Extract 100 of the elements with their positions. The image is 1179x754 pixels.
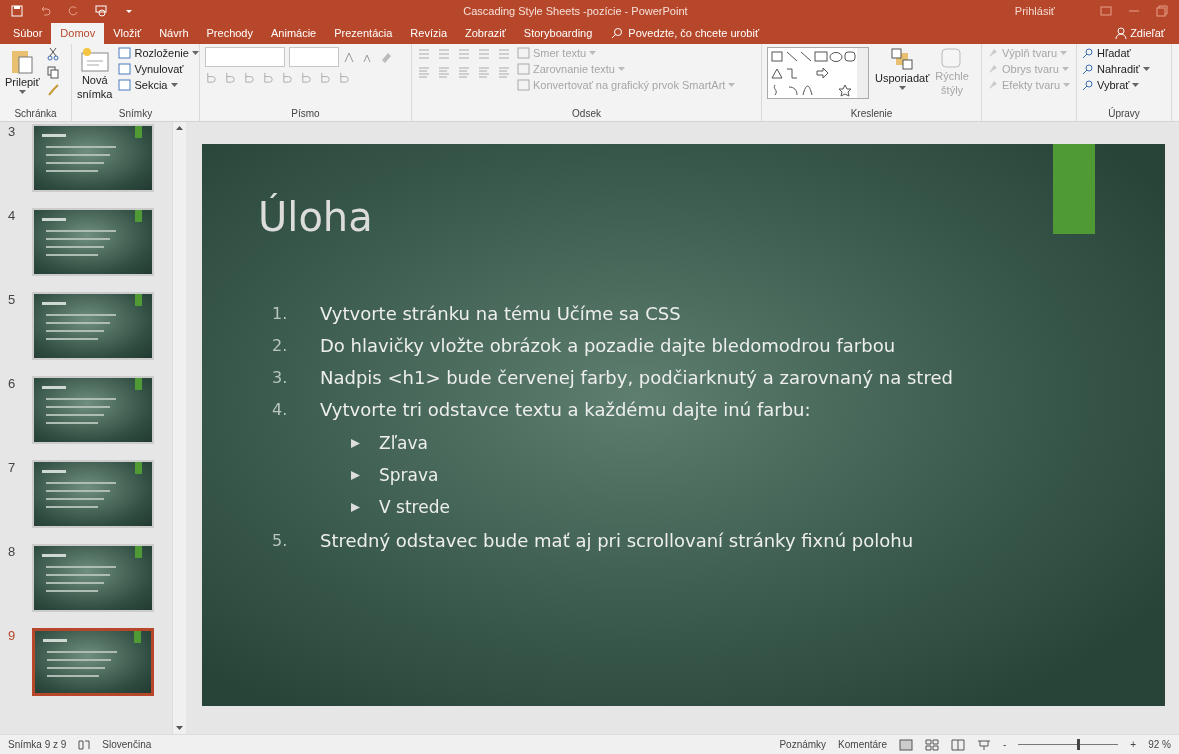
center-icon[interactable] xyxy=(437,65,451,79)
new-slide-button[interactable]: Nová snímka xyxy=(77,47,113,101)
list-text: Stredný odstavec bude mať aj pri scrollovaní stránky fixnú polohu xyxy=(320,529,914,552)
scissors-icon[interactable] xyxy=(45,47,60,61)
clear-format-icon[interactable] xyxy=(379,50,393,64)
shape-format-icon xyxy=(987,63,999,75)
caret-icon xyxy=(728,83,736,87)
shape-format-icon xyxy=(987,47,999,59)
ribbon-tab[interactable]: Súbor xyxy=(4,23,52,44)
triangle-bullet-icon xyxy=(350,501,361,513)
slide-number: 8 xyxy=(8,544,17,559)
ribbon-tab[interactable]: Revízia xyxy=(401,23,457,44)
slide-icon xyxy=(79,47,110,73)
shapes-gallery[interactable] xyxy=(767,47,869,99)
slide-number: 6 xyxy=(8,376,17,391)
ribbon-button[interactable]: Rozloženie xyxy=(118,47,199,59)
group-title: Úpravy xyxy=(1107,108,1141,121)
zoom-out-button[interactable]: - xyxy=(1003,739,1007,750)
restore-icon[interactable] xyxy=(1155,4,1169,18)
projector-icon[interactable] xyxy=(977,738,991,751)
slide-number: 5 xyxy=(8,292,17,307)
numbering-icon[interactable] xyxy=(437,47,451,61)
redo-icon[interactable] xyxy=(66,4,80,18)
indent-icon[interactable] xyxy=(477,47,491,61)
presentation-icon[interactable] xyxy=(94,4,108,18)
bullets-icon[interactable] xyxy=(417,47,431,61)
copy-icon[interactable] xyxy=(45,65,60,79)
ribbon-tab[interactable]: Prezentácia xyxy=(325,23,402,44)
font-name-field[interactable] xyxy=(205,47,285,67)
ribbon-button[interactable]: Hľadať xyxy=(1082,47,1150,59)
group-title: Kreslenie xyxy=(849,108,894,121)
format-painter-icon[interactable] xyxy=(45,83,60,97)
book-icon[interactable] xyxy=(951,738,965,751)
person-icon xyxy=(1115,27,1128,39)
list-text: Vytvorte stránku na tému Učíme sa CSS xyxy=(320,302,681,325)
caret-icon xyxy=(1063,83,1071,87)
layout-icon xyxy=(118,63,132,75)
slide-thumbnail[interactable] xyxy=(32,628,154,696)
zoom-thumb[interactable] xyxy=(1077,739,1081,750)
list-number: 3. xyxy=(272,367,289,389)
caret-icon xyxy=(1061,67,1069,71)
group-title: Písmo xyxy=(290,108,321,121)
ribbon-tab[interactable]: Prechody xyxy=(197,23,262,44)
list-text: V strede xyxy=(379,497,450,517)
caret-icon xyxy=(191,51,199,55)
arrange-icon xyxy=(890,47,915,71)
share-button[interactable]: Zdieľať xyxy=(1105,27,1175,44)
tell-me-field[interactable]: Povedzte, čo chcete urobiť xyxy=(601,27,770,44)
caret-icon xyxy=(1142,67,1150,71)
ribbon-tab[interactable]: Animácie xyxy=(262,23,326,44)
ribbon-display-icon[interactable] xyxy=(1099,4,1113,18)
list-text: Nadpis <h1> bude červenej farby, podčiarknutý a zarovnaný na stred xyxy=(320,366,953,389)
notes-button[interactable]: Poznámky xyxy=(779,739,827,750)
ribbon-button[interactable]: Vynulovať xyxy=(118,63,199,75)
triangle-bullet-icon xyxy=(350,437,361,449)
ribbon-tab[interactable]: Storyboarding xyxy=(514,23,602,44)
group-title: Odsek xyxy=(571,108,602,121)
ribbon-tab[interactable]: Zobraziť xyxy=(456,23,515,44)
font-size-field[interactable] xyxy=(289,47,339,67)
grid-view-icon[interactable] xyxy=(925,738,939,751)
search-icon xyxy=(611,27,624,39)
text-tool-icon xyxy=(517,79,530,91)
align-right-icon[interactable] xyxy=(457,65,471,79)
list-number: 4. xyxy=(272,399,289,421)
caret-icon xyxy=(1060,51,1068,55)
layout-icon xyxy=(118,79,132,91)
arrange-button[interactable]: Usporiadať xyxy=(875,47,930,90)
text-tool-icon xyxy=(517,63,530,75)
language-label[interactable]: Slovenčina xyxy=(102,739,152,750)
list-number: 2. xyxy=(272,335,289,357)
comments-button[interactable]: Komentáre xyxy=(838,739,887,750)
caret-icon xyxy=(617,67,625,71)
ribbon-button[interactable]: Nahradiť xyxy=(1082,63,1150,75)
ribbon-button[interactable]: Sekcia xyxy=(118,79,199,91)
paste-button[interactable]: Prilepiť xyxy=(5,47,40,94)
list-number: 1. xyxy=(272,303,289,325)
columns-icon[interactable] xyxy=(497,65,511,79)
slide-counter: Snímka 9 z 9 xyxy=(8,739,67,750)
caret-icon xyxy=(898,85,906,90)
outdent-icon[interactable] xyxy=(457,47,471,61)
group-title: Schránka xyxy=(13,108,58,121)
normal-view-icon[interactable] xyxy=(899,738,913,751)
list-text: Do hlavičky vložte obrázok a pozadie dajte bledomodrou farbou xyxy=(320,334,896,357)
scrollbar[interactable] xyxy=(172,122,186,734)
ribbon-tab[interactable]: Domov xyxy=(51,23,105,44)
sign-in-link[interactable]: Prihlásiť xyxy=(1014,5,1055,17)
window-title: Cascading Style Sheets -pozície - PowerPoint xyxy=(462,5,689,17)
justify-icon[interactable] xyxy=(477,65,491,79)
save-icon[interactable] xyxy=(10,4,24,18)
line-spacing-icon[interactable] xyxy=(497,47,511,61)
slide-number: 4 xyxy=(8,208,17,223)
shape-format-icon xyxy=(987,79,999,91)
align-left-icon[interactable] xyxy=(417,65,431,79)
zoom-value: 92 % xyxy=(1148,739,1171,750)
zoom-in-button[interactable]: + xyxy=(1130,739,1137,750)
slide-number: 9 xyxy=(8,628,17,643)
ribbon-tab[interactable]: Návrh xyxy=(150,23,198,44)
caret-icon xyxy=(1132,83,1140,87)
ribbon-button[interactable]: Vybrať xyxy=(1082,79,1150,91)
ribbon-tab[interactable]: Vložiť xyxy=(104,23,151,44)
